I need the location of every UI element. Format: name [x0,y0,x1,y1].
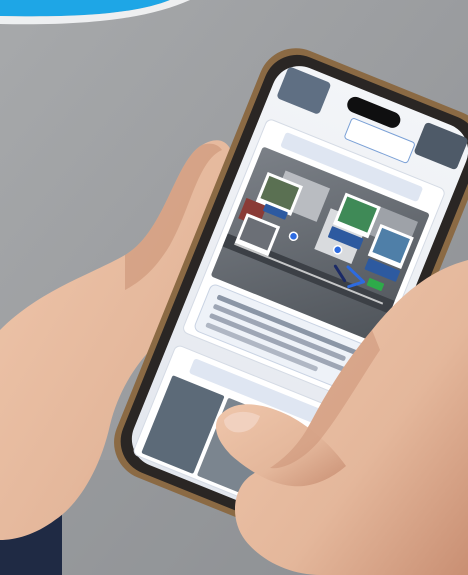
photo [0,0,468,575]
photo-illustration [0,0,468,575]
